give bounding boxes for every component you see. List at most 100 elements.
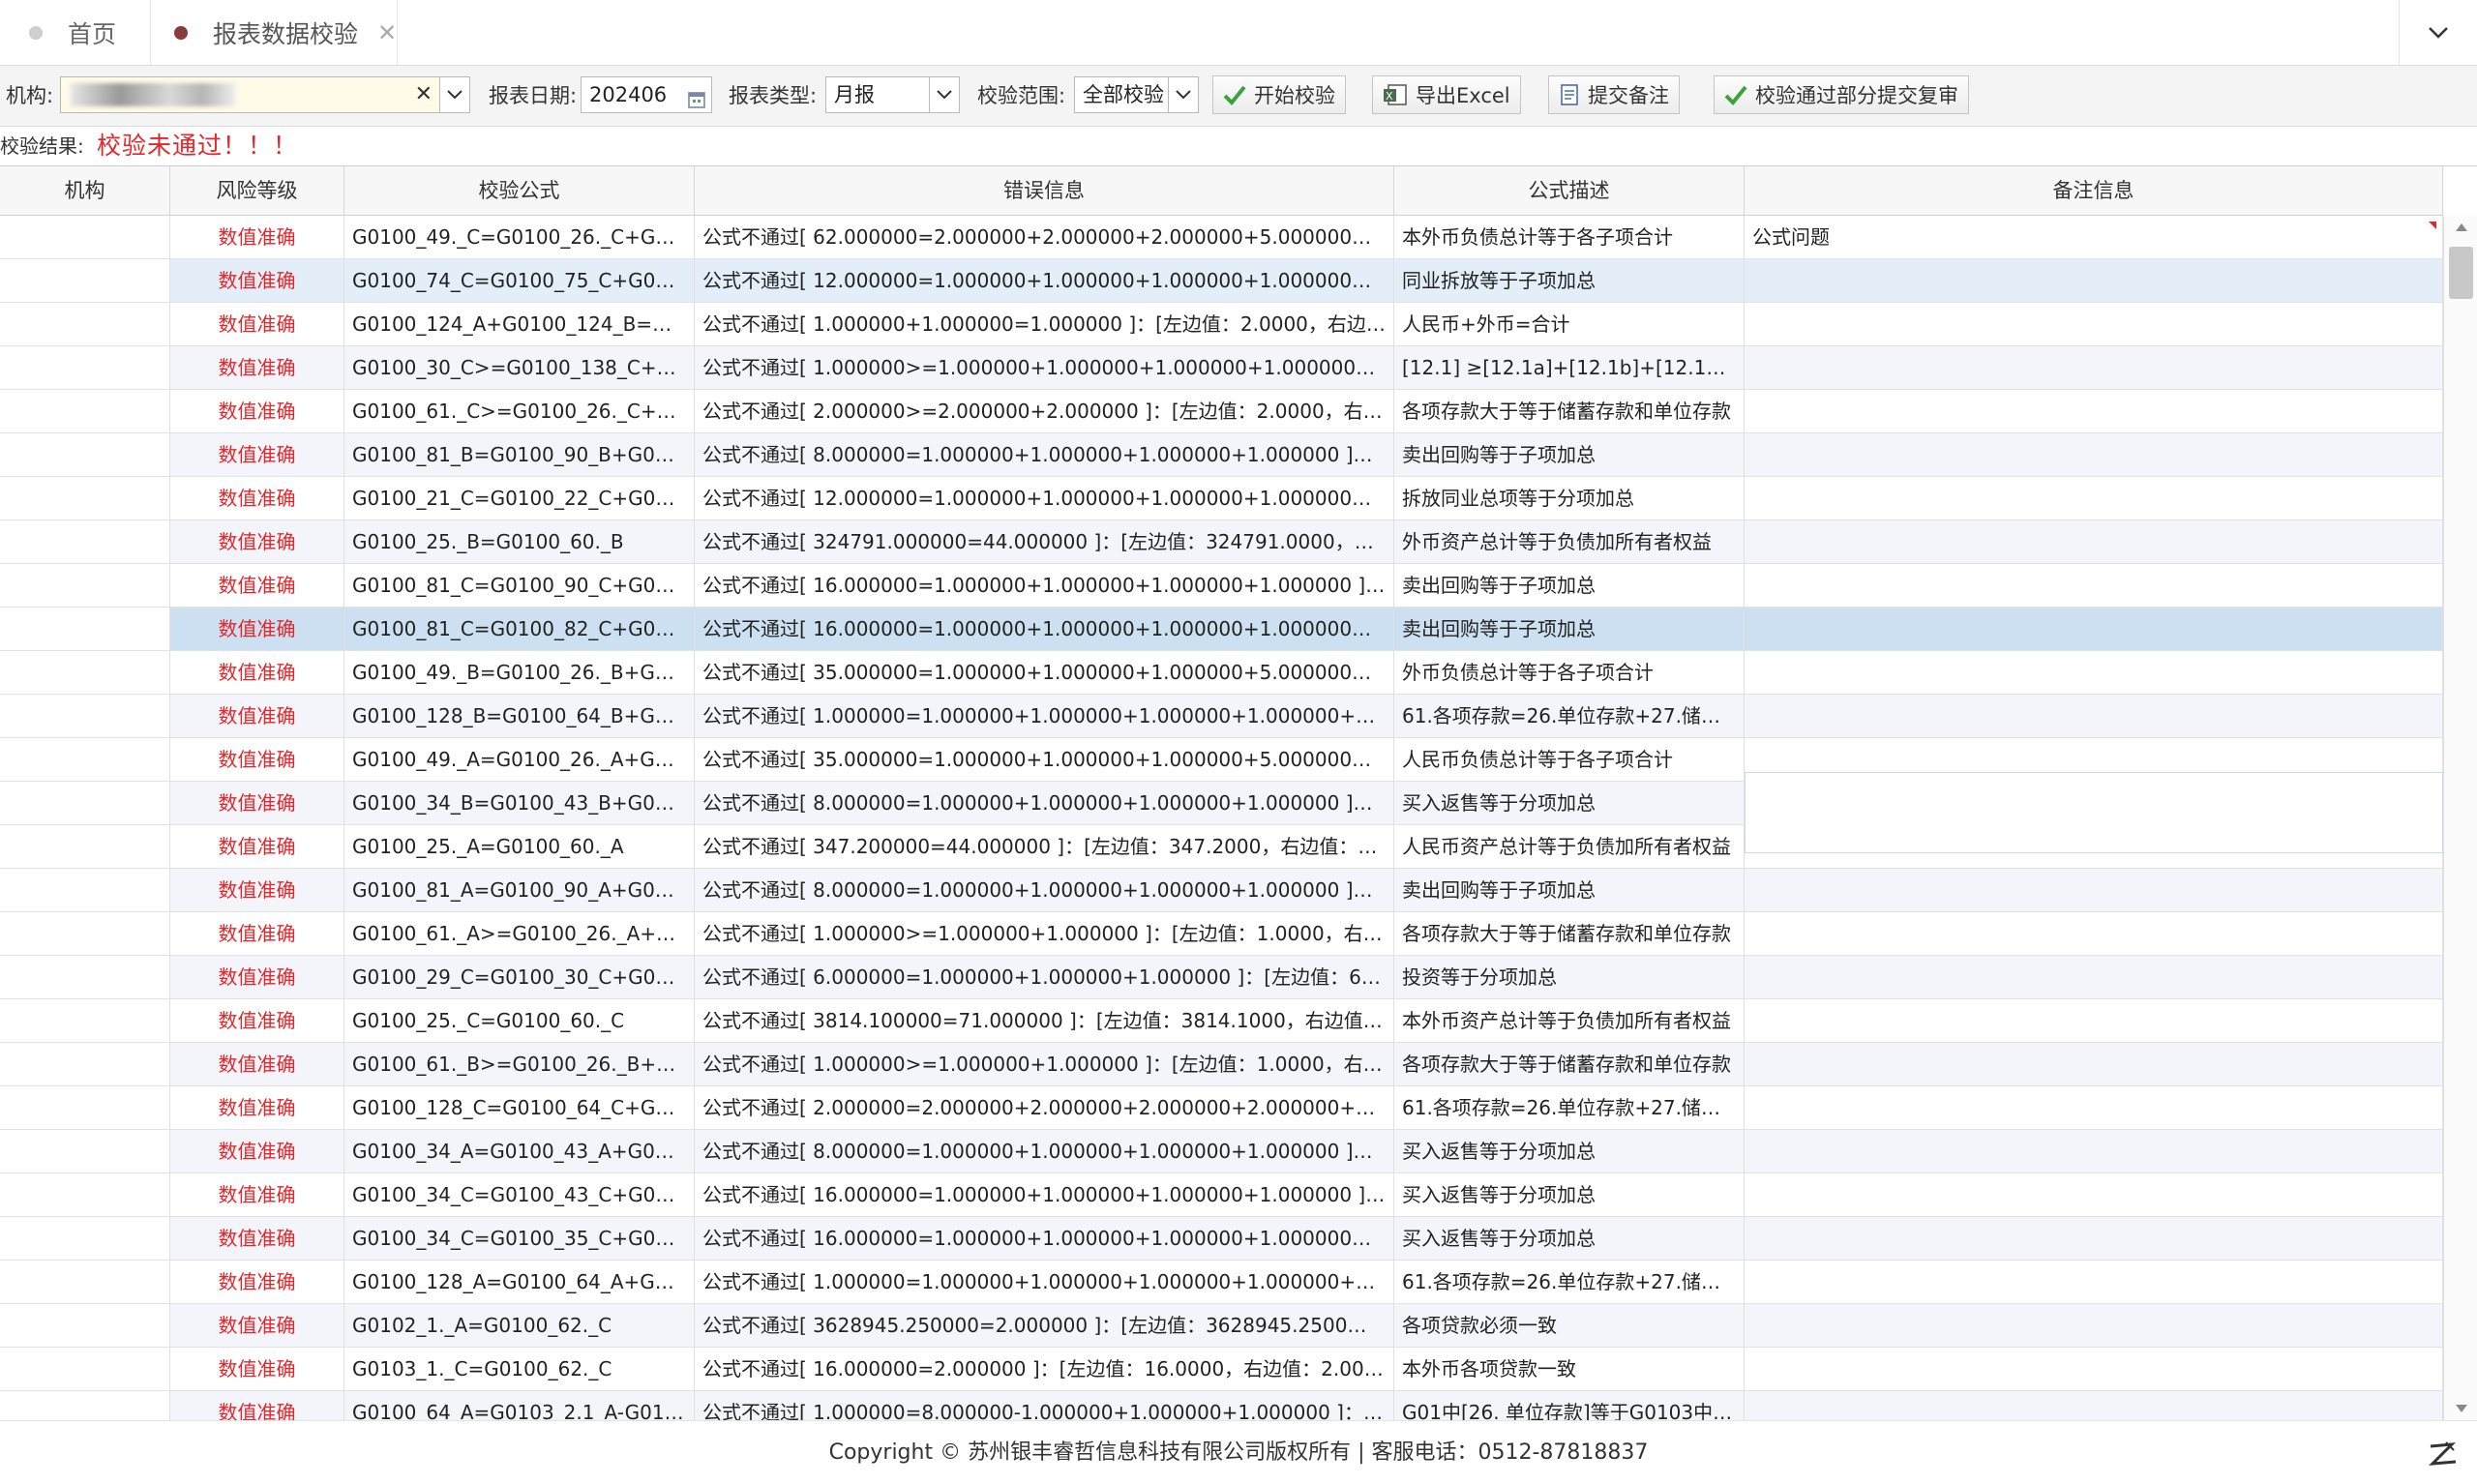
cell-formula-desc[interactable]: 各项存款大于等于储蓄存款和单位存款 — [1394, 912, 1745, 955]
cell-formula-desc[interactable]: 买入返售等于分项加总 — [1394, 1173, 1745, 1216]
cell-org[interactable] — [0, 912, 170, 955]
cell-formula-desc[interactable]: 投资等于分项加总 — [1394, 956, 1745, 998]
cell-formula[interactable]: G0100_74_C=G0100_75_C+G0100_76_C — [344, 259, 695, 302]
cell-error-info[interactable]: 公式不通过[ 1.000000+1.000000=1.000000 ]：[左边值… — [695, 303, 1394, 345]
cell-formula[interactable]: G0100_61._A>=G0100_26._A+G0100_27._A — [344, 912, 695, 955]
cell-org[interactable] — [0, 303, 170, 345]
cell-error-info[interactable]: 公式不通过[ 12.000000=1.000000+1.000000+1.000… — [695, 477, 1394, 519]
cell-note[interactable] — [1745, 999, 2443, 1042]
cell-risk-level[interactable]: 数值准确 — [170, 608, 344, 650]
cell-risk-level[interactable]: 数值准确 — [170, 520, 344, 563]
cell-org[interactable] — [0, 651, 170, 694]
cell-formula[interactable]: G0100_49._B=G0100_26._B+G0100_27._B — [344, 651, 695, 694]
cell-error-info[interactable]: 公式不通过[ 12.000000=1.000000+1.000000+1.000… — [695, 259, 1394, 302]
table-row[interactable]: 数值准确G0100_61._B>=G0100_26._B+G0100_27._B… — [0, 1043, 2443, 1086]
cell-error-info[interactable]: 公式不通过[ 35.000000=1.000000+1.000000+1.000… — [695, 738, 1394, 781]
cell-formula-desc[interactable]: 各项贷款必须一致 — [1394, 1304, 1745, 1347]
cell-org[interactable] — [0, 1173, 170, 1216]
cell-note[interactable] — [1745, 1391, 2443, 1420]
table-row[interactable]: 数值准确G0100_61._A>=G0100_26._A+G0100_27._A… — [0, 912, 2443, 956]
cell-formula-desc[interactable]: 人民币负债总计等于各子项合计 — [1394, 738, 1745, 781]
cell-formula[interactable]: G0100_34_C=G0100_43_C+G0100_44_C — [344, 1173, 695, 1216]
cell-note[interactable] — [1745, 1217, 2443, 1260]
table-row[interactable]: 数值准确G0100_124_A+G0100_124_B=G0100_124_C公… — [0, 303, 2443, 346]
cell-error-info[interactable]: 公式不通过[ 8.000000=1.000000+1.000000+1.0000… — [695, 1130, 1394, 1172]
cell-formula-desc[interactable]: 卖出回购等于子项加总 — [1394, 433, 1745, 476]
cell-note[interactable] — [1745, 1173, 2443, 1216]
cell-formula[interactable]: G0100_81_B=G0100_90_B+G0100_91_B — [344, 433, 695, 476]
cell-formula[interactable]: G0100_34_C=G0100_35_C+G0100_36_C — [344, 1217, 695, 1260]
table-row[interactable]: 数值准确G0100_81_B=G0100_90_B+G0100_91_B公式不通… — [0, 433, 2443, 477]
cell-risk-level[interactable]: 数值准确 — [170, 259, 344, 302]
cell-risk-level[interactable]: 数值准确 — [170, 999, 344, 1042]
cell-risk-level[interactable]: 数值准确 — [170, 433, 344, 476]
cell-org[interactable] — [0, 1043, 170, 1085]
table-row[interactable]: 数值准确G0100_49._B=G0100_26._B+G0100_27._B公… — [0, 651, 2443, 695]
cell-org[interactable] — [0, 520, 170, 563]
table-row[interactable]: 数值准确G0100_74_C=G0100_75_C+G0100_76_C公式不通… — [0, 259, 2443, 303]
cell-org[interactable] — [0, 259, 170, 302]
cell-formula-desc[interactable]: 本外币各项贷款一致 — [1394, 1348, 1745, 1390]
cell-formula[interactable]: G0100_81_C=G0100_90_C+G0100_91_C — [344, 564, 695, 607]
cell-org[interactable] — [0, 999, 170, 1042]
table-row[interactable]: 数值准确G0100_29_C=G0100_30_C+G0100_31_C公式不通… — [0, 956, 2443, 999]
cell-error-info[interactable]: 公式不通过[ 2.000000>=2.000000+2.000000 ]：[左边… — [695, 390, 1394, 432]
scroll-down-arrow[interactable] — [2444, 1397, 2477, 1420]
cell-formula-desc[interactable]: 卖出回购等于子项加总 — [1394, 869, 1745, 911]
start-check-button[interactable]: 开始校验 — [1212, 75, 1346, 114]
cell-error-info[interactable]: 公式不通过[ 8.000000=1.000000+1.000000+1.0000… — [695, 433, 1394, 476]
table-row[interactable]: 数值准确G0100_81_A=G0100_90_A+G0100_91_A公式不通… — [0, 869, 2443, 912]
cell-risk-level[interactable]: 数值准确 — [170, 695, 344, 737]
cell-note[interactable] — [1745, 869, 2443, 911]
cell-note[interactable] — [1745, 259, 2443, 302]
cell-formula-desc[interactable]: 本外币资产总计等于负债加所有者权益 — [1394, 999, 1745, 1042]
cell-formula[interactable]: G0100_34_A=G0100_43_A+G0100_44_A — [344, 1130, 695, 1172]
cell-org[interactable] — [0, 1348, 170, 1390]
scroll-up-arrow[interactable] — [2444, 216, 2477, 239]
cell-note[interactable] — [1745, 912, 2443, 955]
check-scope-dropdown-button[interactable] — [1168, 76, 1199, 113]
cell-error-info[interactable]: 公式不通过[ 8.000000=1.000000+1.000000+1.0000… — [695, 869, 1394, 911]
column-header-org[interactable]: 机构 — [0, 166, 170, 215]
cell-note[interactable] — [1745, 346, 2443, 389]
cell-note[interactable] — [1745, 1304, 2443, 1347]
close-icon[interactable]: ✕ — [377, 19, 397, 46]
cell-error-info[interactable]: 公式不通过[ 1.000000=1.000000+1.000000+1.0000… — [695, 1261, 1394, 1303]
cell-org[interactable] — [0, 390, 170, 432]
cell-error-info[interactable]: 公式不通过[ 347.200000=44.000000 ]：[左边值：347.2… — [695, 825, 1394, 868]
cell-formula-desc[interactable]: 本外币负债总计等于各子项合计 — [1394, 216, 1745, 258]
tab-menu-button[interactable] — [2399, 0, 2477, 65]
cell-formula-desc[interactable]: 61.各项存款=26.单位存款+27.储蓄存款 — [1394, 1261, 1745, 1303]
cell-risk-level[interactable]: 数值准确 — [170, 782, 344, 824]
cell-risk-level[interactable]: 数值准确 — [170, 1348, 344, 1390]
cell-error-info[interactable]: 公式不通过[ 16.000000=1.000000+1.000000+1.000… — [695, 1173, 1394, 1216]
cell-formula[interactable]: G0100_34_B=G0100_43_B+G0100_44_B — [344, 782, 695, 824]
table-row[interactable]: 数值准确G0100_49._C=G0100_26._C+G0100_27._C+… — [0, 216, 2443, 259]
cell-note[interactable] — [1745, 695, 2443, 737]
cell-formula[interactable]: G0100_64_A=G0103_2.1_A-G0103_2.2_A — [344, 1391, 695, 1420]
report-type-select[interactable]: 月报 — [825, 76, 932, 113]
table-row[interactable]: 数值准确 G0100_25._C=G0100_60._C 公式不通过[ 3814.1… — [0, 999, 2443, 1043]
cell-org[interactable] — [0, 1304, 170, 1347]
table-row[interactable]: 数值准确G0100_21_C=G0100_22_C+G0100_23_C公式不通… — [0, 477, 2443, 520]
cell-error-info[interactable]: 公式不通过[ 1.000000>=1.000000+1.000000 ]：[左边… — [695, 912, 1394, 955]
cell-error-info[interactable]: 公式不通过[ 1.000000=1.000000+1.000000+1.0000… — [695, 695, 1394, 737]
cell-note[interactable]: 公式问题 — [1745, 216, 2443, 258]
cell-note[interactable] — [1745, 390, 2443, 432]
cell-note[interactable] — [1745, 956, 2443, 998]
table-row[interactable]: 数值准确G0100_128_B=G0100_64_B+G0100_65_B公式不… — [0, 695, 2443, 738]
submit-passed-review-button[interactable]: 校验通过部分提交复审 — [1714, 75, 1969, 114]
table-row[interactable]: 数值准确G0100_128_A=G0100_64_A+G0100_65_A公式不… — [0, 1261, 2443, 1304]
cell-note[interactable] — [1745, 1086, 2443, 1129]
cell-error-info[interactable]: 公式不通过[ 16.000000=1.000000+1.000000+1.000… — [695, 564, 1394, 607]
cell-formula[interactable]: G0100_128_A=G0100_64_A+G0100_65_A — [344, 1261, 695, 1303]
cell-formula[interactable]: G0100_61._B>=G0100_26._B+G0100_27._B — [344, 1043, 695, 1085]
scroll-thumb[interactable] — [2449, 247, 2473, 299]
cell-formula-desc[interactable]: 61.各项存款=26.单位存款+27.储蓄存款 — [1394, 695, 1745, 737]
cell-risk-level[interactable]: 数值准确 — [170, 956, 344, 998]
cell-formula-desc[interactable]: 61.各项存款=26.单位存款+27.储蓄存款 — [1394, 1086, 1745, 1129]
cell-risk-level[interactable]: 数值准确 — [170, 1261, 344, 1303]
cell-note[interactable] — [1745, 564, 2443, 607]
cell-risk-level[interactable]: 数值准确 — [170, 346, 344, 389]
cell-formula[interactable]: G0100_61._C>=G0100_26._C+G0100_27._C — [344, 390, 695, 432]
